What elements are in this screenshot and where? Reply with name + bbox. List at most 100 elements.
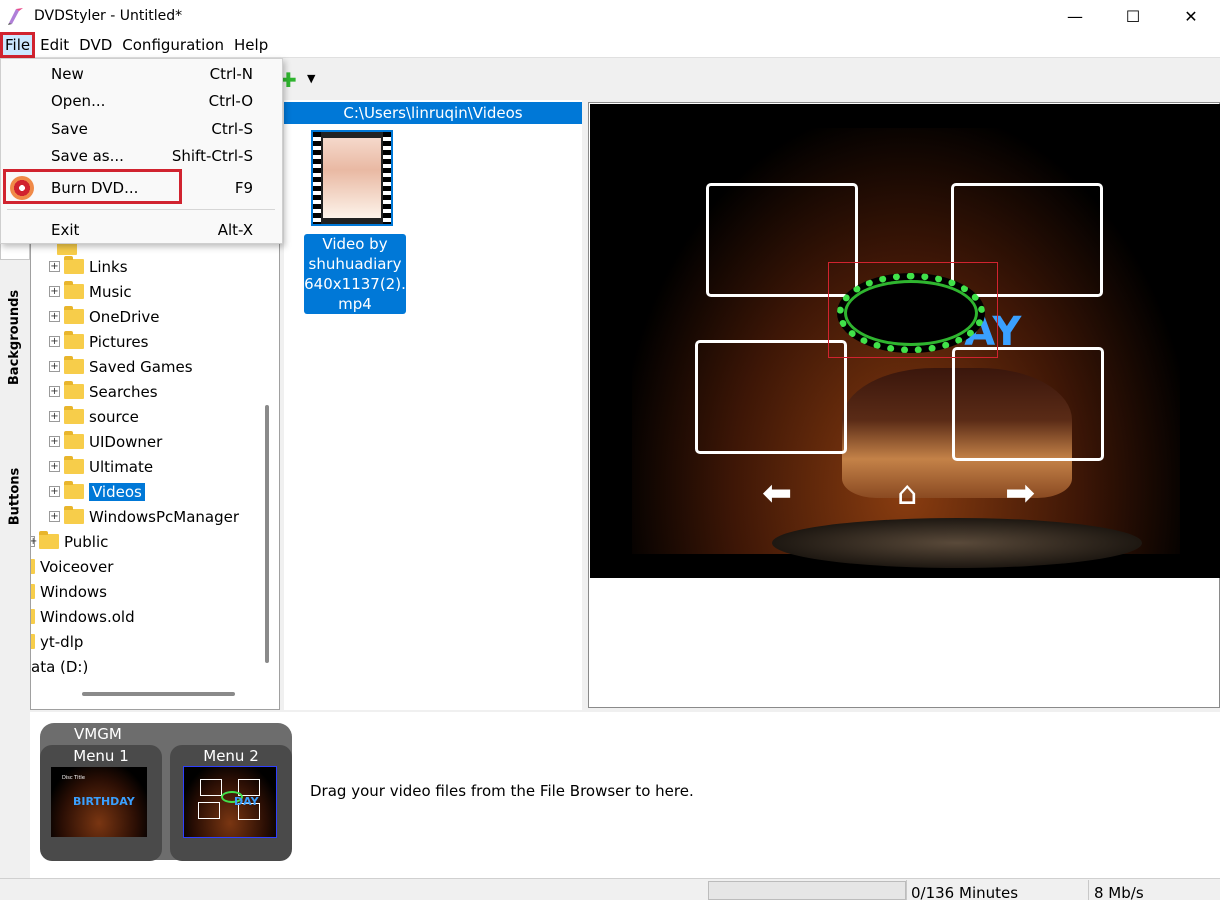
folder-icon <box>31 559 35 574</box>
menu-configuration[interactable]: Configuration <box>117 32 229 58</box>
status-bitrate: 8 Mb/s <box>1094 884 1144 900</box>
side-tab-buttons[interactable]: Buttons <box>0 460 30 532</box>
minimize-button[interactable]: — <box>1046 0 1104 32</box>
chevron-down-icon[interactable]: ▼ <box>307 72 315 85</box>
folder-icon <box>64 331 84 349</box>
expand-icon[interactable]: + <box>49 336 60 347</box>
file-menu-dropdown: New Ctrl-N Open... Ctrl-O Save Ctrl-S Save … <box>0 58 283 244</box>
cake-plate <box>772 518 1142 568</box>
menu-edit[interactable]: Edit <box>35 32 74 58</box>
expand-icon[interactable]: + <box>49 286 60 297</box>
expand-icon[interactable]: + <box>49 511 60 522</box>
tree-item-label: Pictures <box>89 332 149 351</box>
tree-item[interactable]: + Pictures <box>49 329 148 354</box>
tree-item[interactable]: Windows.old <box>31 604 135 629</box>
menu-button-frame[interactable] <box>952 347 1104 461</box>
oval-menu-button[interactable] <box>837 273 985 353</box>
film-strip-icon <box>383 132 391 224</box>
tree-item[interactable]: + source <box>49 404 139 429</box>
menu-item-shortcut: Ctrl-N <box>209 64 253 83</box>
title-bar: DVDStyler - Untitled* — ☐ ✕ <box>0 0 1220 32</box>
menu-item-save-as[interactable]: Save as... Shift-Ctrl-S <box>1 142 282 169</box>
tree-item[interactable]: + Music <box>49 279 132 304</box>
expand-icon[interactable]: + <box>49 361 60 372</box>
tree-item-label: source <box>89 407 139 426</box>
folder-icon <box>64 456 84 474</box>
maximize-button[interactable]: ☐ <box>1104 0 1162 32</box>
menu-tile-label: Menu 2 <box>203 747 259 765</box>
tree-item[interactable]: + WindowsPcManager <box>49 504 239 529</box>
menu-item-save[interactable]: Save Ctrl-S <box>1 115 282 142</box>
menu-preview[interactable]: DAY ⬅ ⌂ ➡ <box>590 104 1220 578</box>
menu-2-thumbnail: DAY <box>183 766 277 838</box>
expand-icon[interactable]: + <box>49 461 60 472</box>
menu-item-new[interactable]: New Ctrl-N <box>1 60 282 87</box>
close-button[interactable]: ✕ <box>1162 0 1220 32</box>
menu-item-shortcut: Shift-Ctrl-S <box>171 146 253 165</box>
menu-item-label: Open... <box>51 91 106 110</box>
video-thumbnail[interactable] <box>311 130 393 226</box>
expand-icon[interactable]: + <box>49 311 60 322</box>
side-tab-backgrounds[interactable]: Backgrounds <box>0 282 30 392</box>
tree-vertical-scrollbar[interactable] <box>265 405 269 663</box>
menu-dvd[interactable]: DVD <box>74 32 117 58</box>
tree-item[interactable]: + Links <box>49 254 128 279</box>
tree-item[interactable]: + Searches <box>49 379 158 404</box>
menu-item-open[interactable]: Open... Ctrl-O <box>1 87 282 114</box>
menu-item-label: Exit <box>51 220 80 239</box>
tree-item[interactable]: + Ultimate <box>49 454 153 479</box>
expand-icon[interactable]: + <box>49 486 60 497</box>
mini-birthday-text: BIRTHDAY <box>73 795 135 808</box>
burn-dvd-highlight <box>3 169 182 204</box>
tree-item-public[interactable]: + Public <box>31 529 108 554</box>
menu-item-shortcut: F9 <box>234 178 253 197</box>
tree-item[interactable]: + OneDrive <box>49 304 160 329</box>
status-bar <box>0 878 1220 900</box>
expand-icon[interactable]: + <box>31 536 37 547</box>
menu-tile-label: Menu 1 <box>73 747 129 765</box>
expand-icon[interactable]: + <box>49 436 60 447</box>
home-icon[interactable]: ⌂ <box>897 474 917 512</box>
side-tab-buttons-label: Buttons <box>7 467 23 525</box>
tree-item-label: Links <box>89 257 128 276</box>
tree-item[interactable]: Windows <box>31 579 107 604</box>
tree-item[interactable]: + Saved Games <box>49 354 193 379</box>
video-file-label[interactable]: Video by shuhuadiary 640x1137(2). mp4 <box>304 234 406 314</box>
expand-icon[interactable]: + <box>49 386 60 397</box>
folder-icon <box>31 609 35 624</box>
window-title: DVDStyler - Untitled* <box>34 8 183 24</box>
tree-item-drive[interactable]: ata (D:) <box>31 654 88 679</box>
expand-icon[interactable]: + <box>49 261 60 272</box>
mini-day-text: DAY <box>234 795 259 808</box>
menu-item-shortcut: Ctrl-O <box>208 91 253 110</box>
tree-item-label: Searches <box>89 382 158 401</box>
mini-button-frame <box>200 779 222 796</box>
video-file-label-line: 640x1137(2). <box>304 275 406 293</box>
tree-item-label: Music <box>89 282 132 301</box>
menu-item-exit[interactable]: Exit Alt-X <box>1 216 282 243</box>
disc-usage-progress <box>708 881 906 900</box>
arrow-left-icon[interactable]: ⬅ <box>762 476 792 512</box>
tree-item[interactable]: + UIDowner <box>49 429 162 454</box>
tree-item-label: ata (D:) <box>31 657 89 676</box>
tree-item[interactable]: yt-dlp <box>31 629 83 654</box>
folder-icon <box>64 281 84 299</box>
arrow-right-icon[interactable]: ➡ <box>1005 476 1035 512</box>
tree-item-label: Videos <box>89 482 145 501</box>
tree-item[interactable]: Voiceover <box>31 554 113 579</box>
tree-item-videos[interactable]: + Videos <box>49 479 145 504</box>
menu-1-tile[interactable]: Menu 1 Disc Title BIRTHDAY <box>40 745 162 861</box>
expand-icon[interactable]: + <box>49 411 60 422</box>
tree-horizontal-scrollbar[interactable] <box>82 692 235 696</box>
menu-button-frame[interactable] <box>695 340 847 454</box>
folder-icon <box>64 256 84 274</box>
menu-file[interactable]: File <box>0 31 36 58</box>
folder-icon <box>64 431 84 449</box>
menu-separator <box>7 209 275 210</box>
tree-item-label: Ultimate <box>89 457 154 476</box>
menu-help[interactable]: Help <box>229 32 273 58</box>
menu-2-tile[interactable]: Menu 2 DAY <box>170 745 292 861</box>
folder-icon <box>31 634 35 649</box>
status-divider <box>1088 880 1089 900</box>
video-file-label-line: shuhuadiary <box>308 255 402 273</box>
